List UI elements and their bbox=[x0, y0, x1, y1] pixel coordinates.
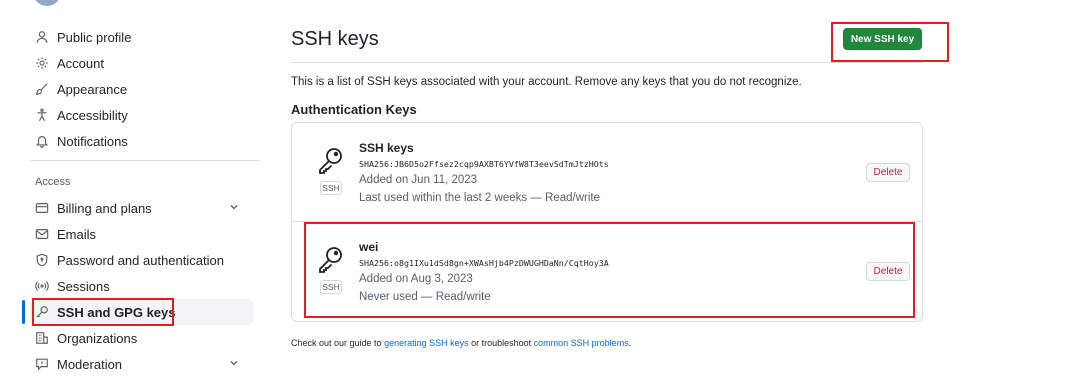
sidebar-item-label: Notifications bbox=[57, 133, 128, 149]
delete-key-button[interactable]: Delete bbox=[866, 262, 910, 281]
credit-card-icon bbox=[35, 201, 49, 215]
sidebar-item-organizations[interactable]: Organizations bbox=[30, 325, 254, 351]
accessibility-icon bbox=[35, 108, 49, 122]
key-title: SSH keys bbox=[359, 141, 414, 155]
key-title: wei bbox=[359, 240, 379, 254]
sidebar-item-notifications[interactable]: Notifications bbox=[30, 128, 254, 154]
key-added-date: Added on Aug 3, 2023 bbox=[359, 273, 473, 285]
delete-key-button[interactable]: Delete bbox=[866, 163, 910, 182]
mail-icon bbox=[35, 227, 49, 241]
ssh-badge: SSH bbox=[320, 280, 342, 294]
key-last-used: Last used within the last 2 weeks — Read… bbox=[359, 192, 600, 204]
sidebar-item-sessions[interactable]: Sessions bbox=[30, 273, 254, 299]
ssh-badge: SSH bbox=[320, 181, 342, 195]
key-icon bbox=[319, 148, 342, 174]
sidebar-item-accessibility[interactable]: Accessibility bbox=[30, 102, 254, 128]
sidebar-item-label: Account bbox=[57, 55, 104, 71]
shield-lock-icon bbox=[35, 253, 49, 267]
guide-suffix: . bbox=[628, 338, 632, 348]
page-title: SSH keys bbox=[291, 28, 379, 50]
sidebar-item-label: Password and authentication bbox=[57, 252, 224, 268]
page-description: This is a list of SSH keys associated wi… bbox=[291, 76, 802, 88]
guide-prefix: Check out our guide to bbox=[291, 338, 385, 348]
avatar[interactable] bbox=[33, 0, 61, 6]
title-divider bbox=[291, 62, 923, 63]
sidebar-item-label: Sessions bbox=[57, 278, 110, 294]
key-icon bbox=[319, 247, 342, 273]
key-row: SSH SSH keys SHA256:JB6D5o2Ffsez2cqp9AXB… bbox=[292, 123, 922, 222]
guide-text: Check out our guide to generating SSH ke… bbox=[291, 338, 631, 348]
sidebar-item-label: SSH and GPG keys bbox=[57, 304, 176, 320]
sidebar-item-label: Emails bbox=[57, 226, 97, 242]
chevron-down-icon[interactable] bbox=[228, 357, 240, 369]
sidebar-item-label: Accessibility bbox=[57, 107, 128, 123]
paintbrush-icon bbox=[35, 82, 49, 96]
common-ssh-problems-link[interactable]: common SSH problems bbox=[534, 338, 629, 348]
gear-icon bbox=[35, 56, 49, 70]
sidebar-item-label: Public profile bbox=[57, 29, 132, 45]
sidebar-item-password[interactable]: Password and authentication bbox=[30, 247, 254, 273]
sidebar-item-emails[interactable]: Emails bbox=[30, 221, 254, 247]
report-icon bbox=[35, 357, 49, 371]
organization-icon bbox=[35, 331, 49, 345]
ssh-keys-panel: SSH keys New SSH key This is a list of S… bbox=[291, 0, 931, 381]
key-icon bbox=[35, 305, 49, 319]
key-fingerprint: SHA256:o8g1IXu1dSd8gn+XWAsHjb4PzDWUGHDaN… bbox=[359, 258, 609, 268]
key-fingerprint: SHA256:JB6D5o2Ffsez2cqp9AXBT6YVfW8T3eevS… bbox=[359, 159, 609, 169]
sidebar-item-ssh-gpg-keys[interactable]: SSH and GPG keys bbox=[30, 299, 254, 325]
broadcast-icon bbox=[35, 279, 49, 293]
key-last-used: Never used — Read/write bbox=[359, 291, 491, 303]
chevron-down-icon[interactable] bbox=[228, 201, 240, 213]
sidebar-item-label: Moderation bbox=[57, 356, 123, 372]
sidebar-item-billing[interactable]: Billing and plans bbox=[30, 195, 254, 221]
key-row: SSH wei SHA256:o8g1IXu1dSd8gn+XWAsHjb4Pz… bbox=[292, 222, 922, 321]
sidebar-divider bbox=[30, 160, 260, 161]
sidebar-item-label: Billing and plans bbox=[57, 200, 152, 216]
person-icon bbox=[35, 30, 49, 44]
bell-icon bbox=[35, 134, 49, 148]
guide-middle: or troubleshoot bbox=[468, 338, 534, 348]
sidebar-item-label: Appearance bbox=[57, 81, 128, 97]
section-heading: Authentication Keys bbox=[291, 102, 417, 117]
sidebar-item-appearance[interactable]: Appearance bbox=[30, 76, 254, 102]
sidebar-item-account[interactable]: Account bbox=[30, 50, 254, 76]
sidebar-group-label: Access bbox=[35, 176, 71, 188]
settings-sidebar: Public profile Account Appearance Access… bbox=[0, 0, 270, 381]
generating-ssh-keys-link[interactable]: generating SSH keys bbox=[384, 338, 469, 348]
sidebar-item-label: Organizations bbox=[57, 330, 138, 346]
new-ssh-key-button[interactable]: New SSH key bbox=[843, 28, 922, 50]
sidebar-item-public-profile[interactable]: Public profile bbox=[30, 24, 254, 50]
key-added-date: Added on Jun 11, 2023 bbox=[359, 174, 478, 186]
sidebar-item-moderation[interactable]: Moderation bbox=[30, 351, 254, 377]
key-list: SSH SSH keys SHA256:JB6D5o2Ffsez2cqp9AXB… bbox=[291, 122, 923, 322]
active-indicator bbox=[22, 300, 25, 324]
